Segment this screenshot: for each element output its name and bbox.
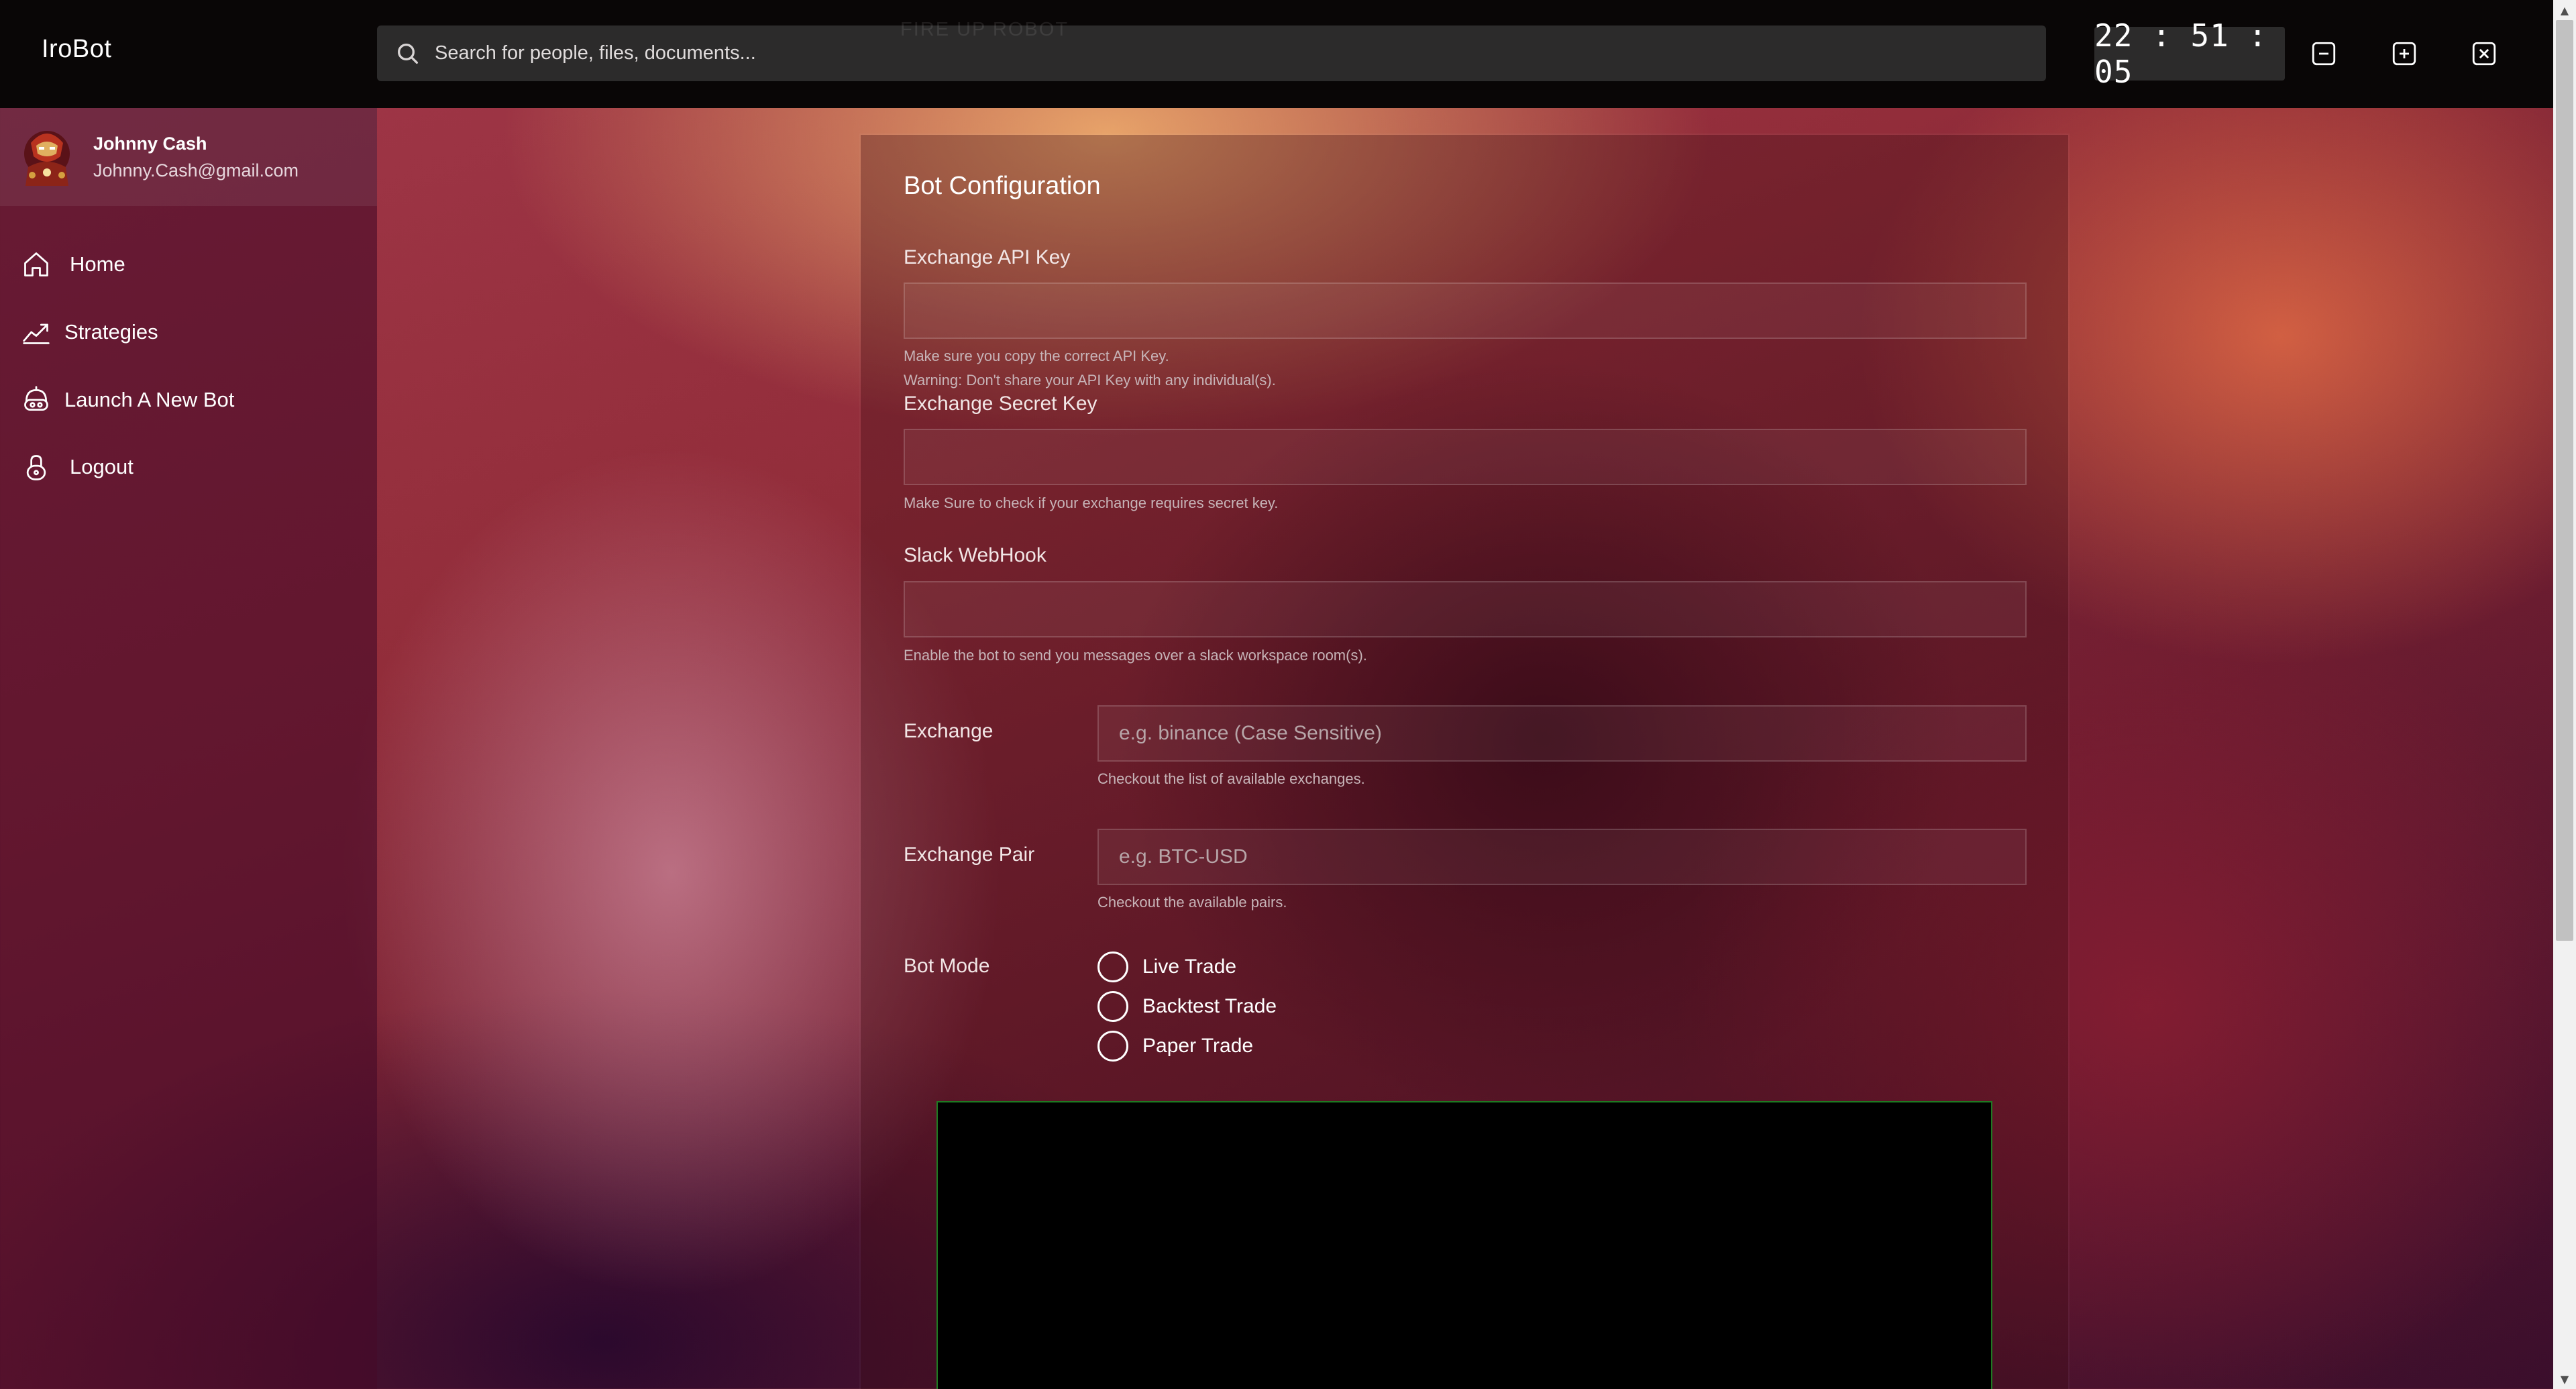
radio-paper-trade[interactable]: Paper Trade — [1097, 1030, 1253, 1062]
slack-webhook-label: Slack WebHook — [904, 544, 1046, 566]
close-button[interactable] — [2468, 38, 2500, 70]
radio-button[interactable] — [1097, 1031, 1128, 1062]
maximize-button[interactable] — [2388, 38, 2420, 70]
exchange-pair-hint: Checkout the available pairs. — [1097, 894, 1287, 911]
sidebar-item-label: Launch A New Bot — [64, 388, 235, 411]
sidebar-item-home[interactable]: Home — [0, 234, 377, 295]
sidebar: Johnny Cash Johnny.Cash@gmail.com Home S… — [0, 108, 377, 1389]
minimize-icon — [2312, 42, 2336, 66]
search-bar[interactable] — [377, 25, 2046, 81]
radio-button[interactable] — [1097, 951, 1128, 982]
exchange-label: Exchange — [904, 720, 994, 742]
radio-live-trade[interactable]: Live Trade — [1097, 951, 1236, 983]
home-icon — [24, 252, 48, 276]
secret-key-hint: Make Sure to check if your exchange requ… — [904, 495, 1279, 511]
bot-mode-label: Bot Mode — [904, 955, 990, 977]
exchange-input[interactable] — [1097, 705, 2027, 762]
card-title: Bot Configuration — [904, 172, 1101, 200]
sidebar-item-label: Strategies — [64, 320, 158, 344]
top-bar: IroBot FIRE UP ROBOT 22 : 51 : 05 — [0, 0, 2553, 108]
user-profile[interactable]: Johnny Cash Johnny.Cash@gmail.com — [0, 108, 377, 206]
api-key-hint: Make sure you copy the correct API Key. — [904, 348, 1169, 364]
radio-label: Paper Trade — [1142, 1035, 1254, 1057]
secret-key-input[interactable] — [904, 429, 2027, 485]
close-icon — [2472, 42, 2496, 66]
exchange-pair-input[interactable] — [1097, 829, 2027, 885]
user-name: Johnny Cash — [93, 134, 207, 154]
sidebar-item-label: Home — [70, 252, 125, 276]
radio-backtest-trade[interactable]: Backtest Trade — [1097, 990, 1277, 1023]
radio-label: Live Trade — [1142, 956, 1237, 978]
console-output — [936, 1101, 1992, 1389]
lock-icon — [26, 455, 46, 480]
api-key-input[interactable] — [904, 282, 2027, 339]
scrollbar-thumb[interactable] — [2556, 20, 2573, 941]
sidebar-item-strategies[interactable]: Strategies — [0, 302, 377, 362]
slack-webhook-input[interactable] — [904, 581, 2027, 637]
app-title: IroBot — [42, 35, 112, 63]
exchange-hint: Checkout the list of available exchanges… — [1097, 770, 1365, 787]
slack-webhook-hint: Enable the bot to send you messages over… — [904, 647, 1367, 664]
robot-icon — [24, 386, 48, 411]
secret-key-label: Exchange Secret Key — [904, 393, 1097, 415]
radio-button[interactable] — [1097, 991, 1128, 1022]
radio-label: Backtest Trade — [1142, 995, 1277, 1017]
avatar — [24, 131, 70, 186]
bot-configuration-card: Bot Configuration Exchange API Key Make … — [861, 135, 2068, 1389]
chart-line-icon — [23, 323, 50, 344]
page-scrollbar[interactable]: ▲ ▼ — [2553, 0, 2576, 1389]
api-key-label: Exchange API Key — [904, 246, 1071, 268]
sidebar-item-launch-bot[interactable]: Launch A New Bot — [0, 370, 377, 430]
maximize-icon — [2392, 42, 2416, 66]
search-input[interactable] — [435, 25, 2018, 81]
scroll-down-arrow[interactable]: ▼ — [2553, 1369, 2576, 1389]
clock-display: 22 : 51 : 05 — [2094, 17, 2285, 90]
minimize-button[interactable] — [2308, 38, 2340, 70]
scroll-up-arrow[interactable]: ▲ — [2553, 0, 2576, 20]
api-key-warning: Warning: Don't share your API Key with a… — [904, 372, 1276, 389]
exchange-pair-label: Exchange Pair — [904, 843, 1035, 866]
sidebar-item-label: Logout — [70, 455, 133, 478]
search-icon — [398, 44, 418, 64]
sidebar-item-logout[interactable]: Logout — [0, 437, 377, 497]
user-email: Johnny.Cash@gmail.com — [93, 160, 299, 181]
page-heading-ghost: FIRE UP ROBOT — [900, 19, 1069, 40]
